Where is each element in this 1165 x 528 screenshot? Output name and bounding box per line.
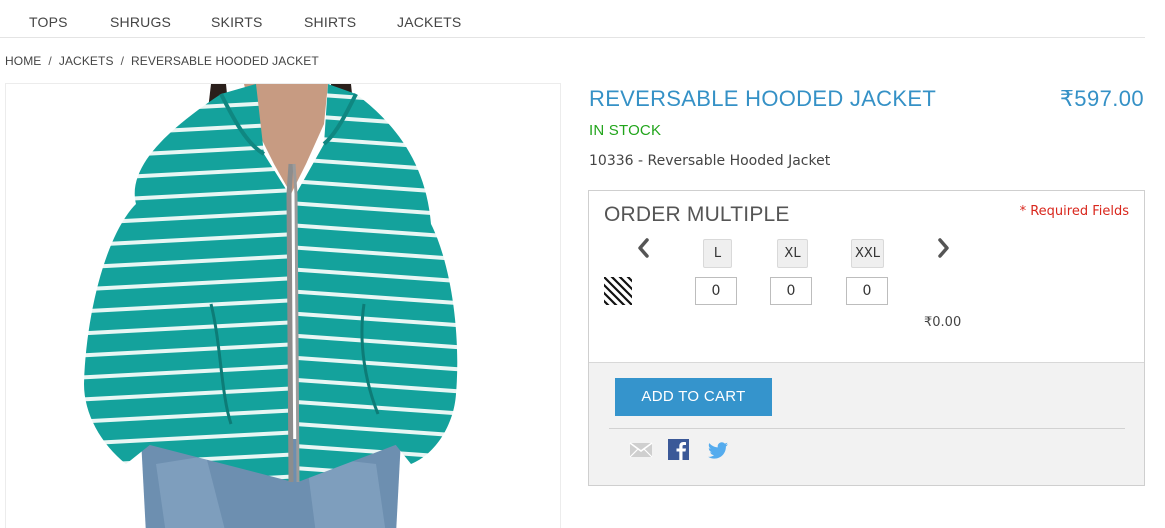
size-label-l: L [703, 239, 732, 268]
size-label-xxl: XXL [851, 239, 884, 268]
product-sku: 10336 - Reversable Hooded Jacket [589, 153, 831, 169]
facebook-icon[interactable] [668, 439, 692, 461]
nav-item-shrugs[interactable]: SHRUGS [110, 14, 171, 30]
breadcrumb-home[interactable]: HOME [5, 54, 41, 68]
stock-status: IN STOCK [589, 122, 662, 139]
breadcrumb-separator: / [48, 54, 52, 68]
add-to-cart-button[interactable]: ADD TO CART [615, 378, 772, 416]
qty-input-l[interactable] [695, 277, 737, 305]
email-icon[interactable] [629, 439, 653, 461]
product-image[interactable] [5, 83, 561, 528]
diagonal-stripe-swatch-icon[interactable] [604, 277, 632, 305]
size-label-xl: XL [777, 239, 808, 268]
qty-input-xxl[interactable] [846, 277, 888, 305]
required-fields-note: * Required Fields [1019, 204, 1129, 219]
breadcrumb-jackets[interactable]: JACKETS [59, 54, 114, 68]
breadcrumb-separator: / [120, 54, 124, 68]
order-multiple-panel: ORDER MULTIPLE * Required Fields L XL XX… [588, 190, 1145, 486]
breadcrumb: HOME / JACKETS / REVERSABLE HOODED JACKET [5, 54, 319, 68]
nav-item-shirts[interactable]: SHIRTS [304, 14, 356, 30]
product-photo [84, 84, 458, 528]
twitter-icon[interactable] [706, 439, 730, 461]
nav-item-tops[interactable]: TOPS [29, 14, 68, 30]
breadcrumb-current: REVERSABLE HOODED JACKET [131, 54, 319, 68]
chevron-right-icon[interactable] [933, 237, 953, 259]
divider [609, 428, 1125, 429]
nav-item-jackets[interactable]: JACKETS [397, 14, 461, 30]
qty-input-xl[interactable] [770, 277, 812, 305]
cart-actions: ADD TO CART [589, 362, 1144, 485]
chevron-left-icon[interactable] [634, 237, 654, 259]
nav-item-skirts[interactable]: SKIRTS [211, 14, 263, 30]
order-total: ₹0.00 [924, 315, 962, 330]
product-title: REVERSABLE HOODED JACKET [589, 86, 937, 111]
top-nav: TOPS SHRUGS SKIRTS SHIRTS JACKETS [0, 0, 1145, 38]
order-multiple-title: ORDER MULTIPLE [604, 203, 790, 226]
product-price: ₹597.00 [1059, 86, 1144, 111]
